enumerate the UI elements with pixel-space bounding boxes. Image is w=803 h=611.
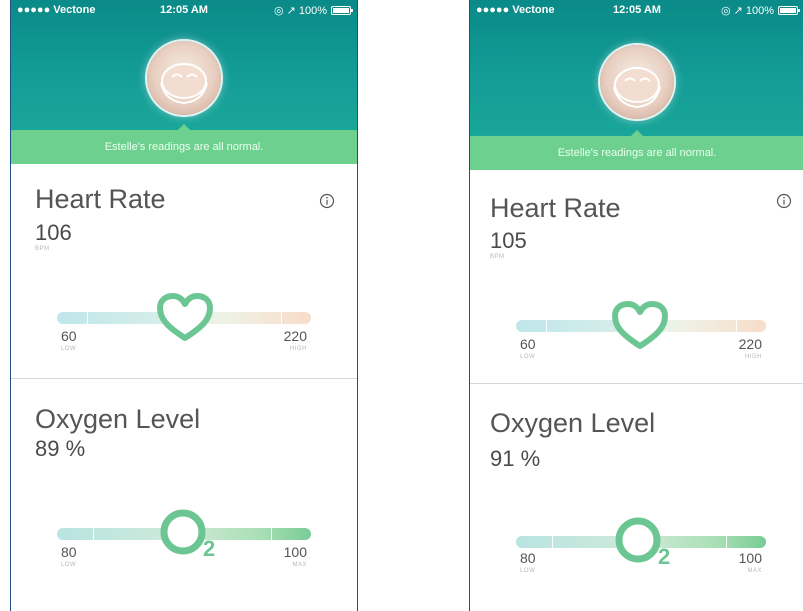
gauge-tick [736,320,737,332]
heart-rate-value: 106 [35,220,72,245]
status-bar: ●●●●● Vectone 12:05 AM ◎ ↗ 100% [11,0,357,22]
gauge-tick [93,528,94,540]
heart-rate-value: 105 [490,228,527,253]
heart-rate-min: 60 [520,336,536,352]
header: ●●●●● Vectone 12:05 AM ◎ ↗ 100% [11,0,357,130]
oxygen-value: 89 % [35,436,86,461]
oxygen-max: 100 [738,550,762,566]
oxygen-min-label: LOW [61,562,77,568]
battery-icon [778,6,800,15]
o2-icon: 2 [615,517,670,568]
baby-photo-icon [160,63,208,105]
status-banner: Estelle's readings are all normal. [11,124,357,164]
heart-rate-unit: BPM [35,246,50,252]
oxygen-title: Oxygen Level [490,408,656,438]
phone-screen-1: ●●●●● Vectone 12:05 AM ◎ ↗ 100% Estelle'… [10,0,358,611]
info-icon[interactable] [776,193,792,209]
o2-icon: 2 [160,509,215,560]
gauge-tick [552,536,553,548]
battery-icon [331,6,353,15]
heart-rate-unit: BPM [490,254,505,260]
baby-photo-icon [613,67,661,109]
oxygen-min: 80 [520,550,536,566]
oxygen-min-label: LOW [520,568,536,574]
heart-rate-max-label: HIGH [290,346,307,352]
gauge-tick [87,312,88,324]
profile-avatar[interactable] [147,41,221,115]
oxygen-value: 91 % [490,446,541,471]
heart-icon [612,301,668,349]
heart-rate-title: Heart Rate [490,193,621,223]
info-icon[interactable] [319,193,335,209]
phone-screen-2: ●●●●● Vectone 12:05 AM ◎ ↗ 100% Estelle'… [469,0,803,611]
heart-rate-max-label: HIGH [745,354,762,360]
section-divider [470,383,803,384]
status-bar: ●●●●● Vectone 12:05 AM ◎ ↗ 100% [470,0,803,22]
section-divider [11,378,357,379]
oxygen-title: Oxygen Level [35,404,201,434]
status-banner: Estelle's readings are all normal. [470,130,803,170]
status-right: ◎ ↗ 100% [720,5,774,17]
heart-rate-title: Heart Rate [35,184,166,214]
profile-avatar[interactable] [600,45,674,119]
svg-text:2: 2 [203,536,215,560]
gauge-tick [281,312,282,324]
oxygen-max: 100 [283,544,307,560]
heart-rate-min-label: LOW [61,346,77,352]
heart-rate-max: 220 [738,336,762,352]
header: ●●●●● Vectone 12:05 AM ◎ ↗ 100% [470,0,803,138]
gauge-tick [271,528,272,540]
gauge-tick [726,536,727,548]
oxygen-max-label: MAX [747,568,762,574]
heart-rate-min: 60 [61,328,77,344]
heart-rate-min-label: LOW [520,354,536,360]
heart-rate-max: 220 [283,328,307,344]
svg-text:2: 2 [658,544,670,568]
heart-icon [157,293,213,341]
oxygen-max-label: MAX [292,562,307,568]
oxygen-min: 80 [61,544,77,560]
gauge-tick [546,320,547,332]
status-right: ◎ ↗ 100% [273,5,327,17]
